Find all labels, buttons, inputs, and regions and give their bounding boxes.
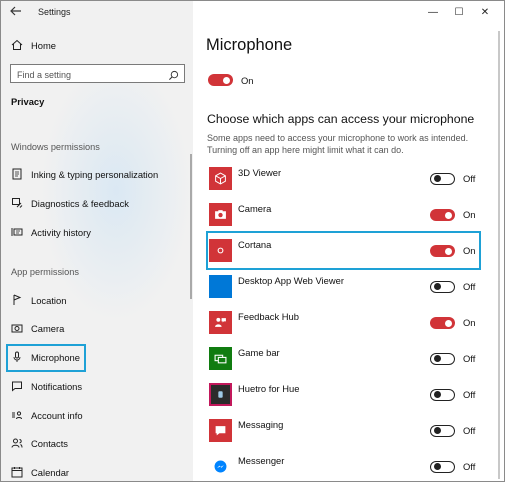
app-row-3d-viewer: 3D Viewer Off — [193, 167, 493, 195]
messaging-icon — [209, 419, 232, 442]
app-toggle[interactable] — [430, 173, 455, 185]
app-row-messaging: Messaging Off — [193, 419, 493, 447]
app-name: Huetro for Hue — [238, 383, 300, 394]
app-toggle-state: Off — [463, 173, 476, 184]
camera-app-icon — [209, 203, 232, 226]
sidebar-item-label: Location — [31, 294, 67, 306]
group-heading-app-permissions: App permissions — [11, 267, 79, 277]
app-name: Messaging — [238, 419, 284, 430]
app-row-camera: Camera On — [193, 203, 493, 231]
toggle-state-label: On — [241, 74, 254, 86]
group-heading-windows-permissions: Windows permissions — [11, 142, 100, 152]
app-row-messenger: Messenger Off — [193, 455, 493, 481]
sidebar-item-diagnostics[interactable]: Diagnostics & feedback — [1, 192, 193, 214]
sidebar-item-label: Diagnostics & feedback — [31, 197, 129, 209]
home-icon — [10, 38, 24, 52]
contacts-icon — [10, 436, 24, 450]
app-name: Game bar — [238, 347, 280, 358]
search-input[interactable] — [11, 66, 161, 84]
section-description: Some apps need to access your microphone… — [207, 133, 469, 155]
app-toggle-state: On — [463, 317, 476, 328]
game-bar-icon — [209, 347, 232, 370]
messenger-icon — [209, 455, 232, 478]
app-name: Feedback Hub — [238, 311, 299, 322]
desktop-app-web-viewer-icon — [209, 275, 232, 298]
sidebar-item-label: Home — [31, 39, 57, 51]
app-toggle-state: Off — [463, 353, 476, 364]
sidebar-item-activity-history[interactable]: Activity history — [1, 221, 193, 243]
sidebar-item-label: Inking & typing personalization — [31, 168, 159, 180]
app-name: Camera — [238, 203, 272, 214]
microphone-access-toggle-row: On — [208, 74, 254, 86]
app-toggle-state: Off — [463, 389, 476, 400]
app-toggle[interactable] — [430, 461, 455, 473]
close-button[interactable]: ✕ — [472, 3, 498, 21]
location-icon — [10, 293, 24, 307]
sidebar-item-inking[interactable]: Inking & typing personalization — [1, 163, 193, 185]
app-row-feedback-hub: Feedback Hub On — [193, 311, 493, 339]
section-title: Privacy — [11, 96, 45, 107]
app-row-desktop-app-web-viewer: Desktop App Web Viewer Off — [193, 275, 493, 303]
sidebar-item-camera[interactable]: Camera — [1, 317, 193, 339]
sidebar-item-label: Camera — [31, 322, 65, 334]
app-toggle-state: On — [463, 209, 476, 220]
app-name: 3D Viewer — [238, 167, 282, 178]
app-name: Desktop App Web Viewer — [238, 275, 344, 286]
sidebar-item-label: Activity history — [31, 226, 91, 238]
app-toggle[interactable] — [430, 281, 455, 293]
activity-history-icon — [10, 225, 24, 239]
main-scrollbar[interactable] — [498, 31, 500, 479]
app-row-huetro-for-hue: Huetro for Hue Off — [193, 383, 493, 411]
app-title: Settings — [38, 7, 71, 17]
sidebar-item-label: Notifications — [31, 380, 83, 392]
app-toggle[interactable] — [430, 425, 455, 437]
sidebar-scrollbar[interactable] — [190, 154, 192, 299]
title-bar: Settings — [1, 1, 193, 25]
caption-buttons: — ☐ ✕ — [420, 3, 498, 21]
app-row-game-bar: Game bar Off — [193, 347, 493, 375]
app-toggle-state: Off — [463, 425, 476, 436]
notifications-icon — [10, 379, 24, 393]
sidebar-item-calendar[interactable]: Calendar — [1, 461, 193, 481]
sidebar-item-contacts[interactable]: Contacts — [1, 432, 193, 454]
account-info-icon — [10, 408, 24, 422]
3d-viewer-icon — [209, 167, 232, 190]
search-field[interactable] — [10, 64, 185, 84]
minimize-button[interactable]: — — [420, 3, 446, 21]
sidebar-item-location[interactable]: Location — [1, 289, 193, 311]
camera-icon — [10, 321, 24, 335]
app-toggle[interactable] — [430, 353, 455, 365]
sidebar-item-home[interactable]: Home — [1, 34, 193, 56]
app-toggle-state: Off — [463, 461, 476, 472]
feedback-hub-icon — [209, 311, 232, 334]
app-toggle[interactable] — [430, 389, 455, 401]
app-name: Messenger — [238, 455, 285, 466]
sidebar-item-label: Account info — [31, 409, 83, 421]
huetro-for-hue-icon — [209, 383, 232, 406]
section-heading: Choose which apps can access your microp… — [207, 112, 475, 126]
search-icon[interactable] — [168, 68, 180, 81]
sidebar-item-label: Contacts — [31, 437, 68, 449]
diagnostics-icon — [10, 196, 24, 210]
sidebar-item-notifications[interactable]: Notifications — [1, 375, 193, 397]
sidebar: Settings Home Privacy Windows permission… — [1, 1, 193, 481]
back-arrow-icon[interactable] — [10, 5, 22, 19]
app-toggle-state: Off — [463, 281, 476, 292]
sidebar-item-account-info[interactable]: Account info — [1, 404, 193, 426]
settings-window: Settings Home Privacy Windows permission… — [0, 0, 505, 482]
page-title: Microphone — [206, 36, 293, 54]
microphone-access-toggle[interactable] — [208, 74, 233, 86]
cortana-highlight-box — [206, 231, 481, 270]
app-toggle[interactable] — [430, 209, 455, 221]
sidebar-acrylic-glow — [41, 61, 191, 321]
sidebar-item-label: Calendar — [31, 466, 70, 478]
app-toggle[interactable] — [430, 317, 455, 329]
inking-icon — [10, 167, 24, 181]
selected-item-highlight — [6, 344, 86, 372]
calendar-icon — [10, 465, 24, 479]
maximize-button[interactable]: ☐ — [446, 3, 472, 21]
